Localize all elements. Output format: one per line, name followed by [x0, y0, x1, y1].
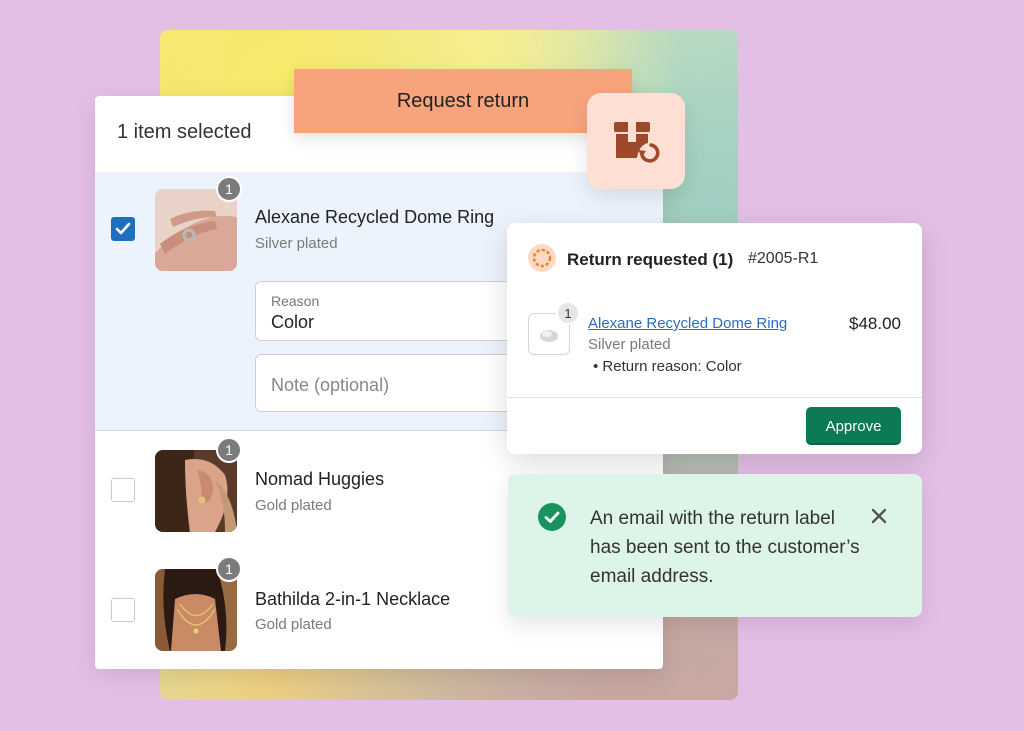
check-circle-icon: [538, 503, 566, 531]
request-return-button[interactable]: Request return: [294, 69, 632, 133]
quantity-badge: 1: [216, 176, 242, 202]
quantity-badge: 1: [216, 556, 242, 582]
close-icon[interactable]: [870, 507, 888, 525]
note-placeholder: Note (optional): [271, 375, 390, 395]
return-item-price: $48.00: [849, 314, 901, 333]
return-icon-tile: [587, 93, 685, 189]
item-name: Alexane Recycled Dome Ring: [255, 207, 495, 227]
approve-button[interactable]: Approve: [806, 407, 901, 445]
item-variant: Silver plated: [255, 235, 338, 252]
box-return-icon: [614, 122, 660, 163]
item-checkbox-bathilda[interactable]: [111, 598, 135, 622]
item-checkbox-alexane[interactable]: [111, 217, 135, 241]
return-status-title: Return requested (1): [567, 250, 734, 269]
selected-count-heading: 1 item selected: [117, 121, 252, 143]
item-name: Bathilda 2-in-1 Necklace: [255, 589, 451, 609]
reason-value: Color: [271, 312, 315, 332]
toast-message: An email with the return label has been …: [590, 508, 860, 587]
return-reason-text: Return reason: Color: [602, 358, 742, 375]
item-variant: Gold plated: [255, 497, 332, 514]
reason-label: Reason: [271, 293, 320, 309]
divider: [507, 397, 922, 398]
return-item-quantity-badge: 1: [556, 301, 580, 325]
item-variant: Gold plated: [255, 616, 332, 633]
return-item-link[interactable]: Alexane Recycled Dome Ring: [588, 315, 787, 332]
return-requested-card: Return requested (1) #2005-R1 1 Alexane …: [507, 223, 922, 454]
note-input[interactable]: Note (optional): [255, 354, 535, 412]
return-order-number: #2005-R1: [748, 250, 819, 267]
reason-select[interactable]: Reason Color: [255, 281, 535, 341]
success-toast: An email with the return label has been …: [508, 474, 922, 617]
checkmark-icon: [115, 222, 131, 235]
item-checkbox-nomad[interactable]: [111, 478, 135, 502]
item-name: Nomad Huggies: [255, 469, 385, 489]
progress-circle-icon: [528, 244, 556, 272]
return-reason: • Return reason: Color: [593, 358, 742, 375]
return-item-variant: Silver plated: [588, 336, 671, 353]
quantity-badge: 1: [216, 437, 242, 463]
